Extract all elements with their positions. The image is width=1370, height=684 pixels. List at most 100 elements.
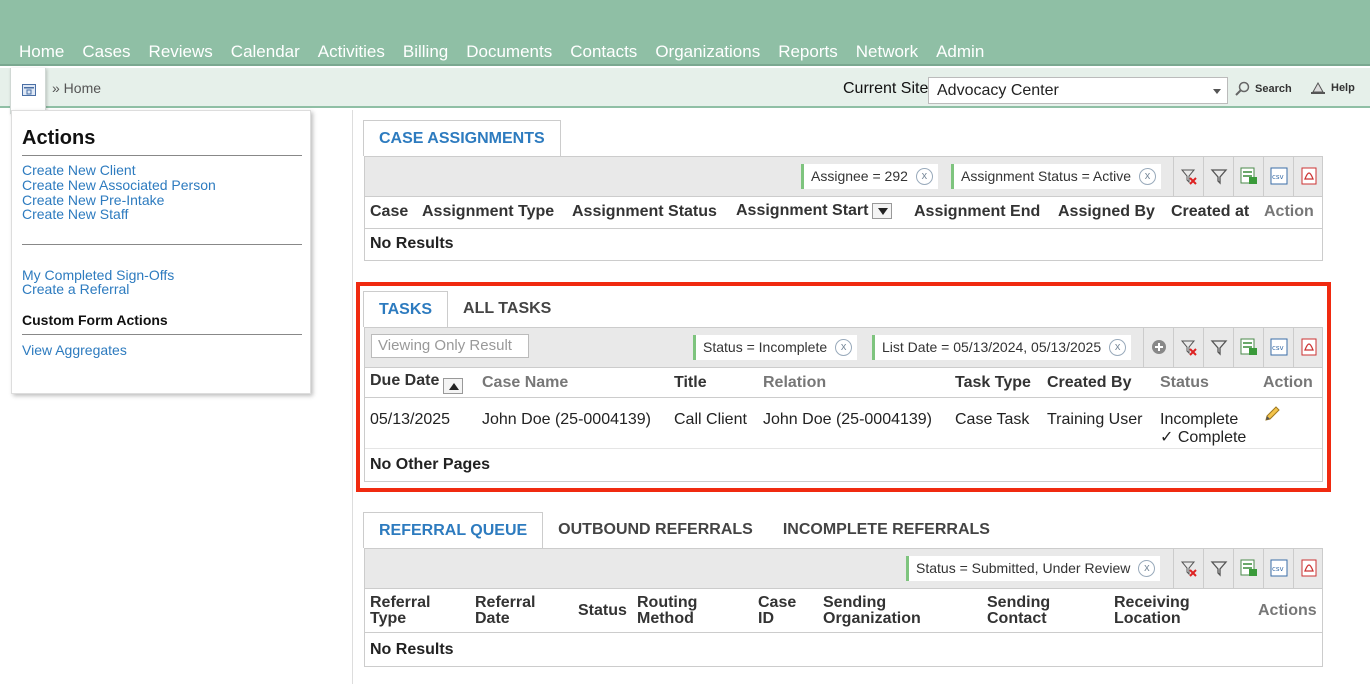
column-header[interactable]: Created By <box>1047 374 1131 392</box>
create-new-client-link[interactable]: Create New Client <box>22 163 136 178</box>
edit-pencil-icon[interactable] <box>1264 406 1280 422</box>
column-header-sorted[interactable]: Assignment Start <box>736 202 893 220</box>
filter-chip-label: Assignee = 292 <box>811 168 908 184</box>
tab-outbound-referrals[interactable]: OUTBOUND REFERRALS <box>543 512 768 548</box>
filter-button[interactable] <box>1203 157 1233 197</box>
clear-filter-icon <box>1180 561 1197 577</box>
tab-referral-queue[interactable]: REFERRAL QUEUE <box>363 512 544 548</box>
column-header[interactable]: Referral Type <box>370 595 430 627</box>
clear-filters-button[interactable] <box>1173 157 1203 197</box>
remove-filter-icon[interactable]: x <box>835 339 853 356</box>
sort-descending-icon[interactable] <box>872 202 893 219</box>
referral-queue-widget: Status = Submitted, Under Review x csv R… <box>364 548 1323 667</box>
nav-cases[interactable]: Cases <box>73 42 139 62</box>
column-header[interactable]: Sending Contact <box>987 595 1050 627</box>
export-excel-button[interactable] <box>1233 328 1263 368</box>
export-excel-button[interactable] <box>1233 549 1263 589</box>
add-button[interactable] <box>1143 328 1173 368</box>
filter-button[interactable] <box>1203 549 1233 589</box>
task-title-link[interactable]: Call Client <box>674 411 747 429</box>
tab-case-assignments[interactable]: CASE ASSIGNMENTS <box>363 120 561 156</box>
remove-filter-icon[interactable]: x <box>1139 168 1157 185</box>
nav-home[interactable]: Home <box>10 42 73 62</box>
nav-documents[interactable]: Documents <box>457 42 561 62</box>
column-header[interactable]: Sending Organization <box>823 595 921 627</box>
filter-icon <box>1210 169 1228 185</box>
filter-button[interactable] <box>1203 328 1233 368</box>
column-header[interactable]: Status <box>578 603 627 619</box>
export-pdf-button[interactable] <box>1293 157 1323 197</box>
search-icon <box>1235 81 1250 96</box>
column-header[interactable]: Assignment End <box>914 203 1040 221</box>
column-header[interactable]: Case <box>370 203 408 221</box>
case-name-link[interactable]: John Doe (25-0004139) <box>482 411 651 429</box>
sub-bar: » Home Current Site Advocacy Center Sear… <box>0 68 1370 114</box>
export-excel-button[interactable] <box>1233 157 1263 197</box>
remove-filter-icon[interactable]: x <box>1109 339 1127 356</box>
referral-header: Referral Type Referral Date Status Routing… <box>365 589 1322 633</box>
case-assignments-tabs: CASE ASSIGNMENTS <box>363 120 561 156</box>
clear-filters-button[interactable] <box>1173 549 1203 589</box>
column-header[interactable]: Case ID <box>758 595 796 627</box>
filter-chip-label: Assignment Status = Active <box>961 168 1132 184</box>
remove-filter-icon[interactable]: x <box>1138 560 1156 577</box>
svg-text:csv: csv <box>1272 565 1284 573</box>
export-csv-button[interactable]: csv <box>1263 549 1293 589</box>
tab-tasks[interactable]: TASKS <box>363 291 449 327</box>
current-site-label: Current Site <box>843 80 929 97</box>
clear-filters-button[interactable] <box>1173 328 1203 368</box>
nav-reviews[interactable]: Reviews <box>140 42 222 62</box>
nav-activities[interactable]: Activities <box>309 42 394 62</box>
create-new-staff-link[interactable]: Create New Staff <box>22 207 128 222</box>
column-header[interactable]: Referral Date <box>475 595 535 627</box>
create-referral-link[interactable]: Create a Referral <box>22 282 129 297</box>
export-pdf-button[interactable] <box>1293 328 1323 368</box>
column-header[interactable]: Assigned By <box>1058 203 1155 221</box>
column-header[interactable]: Case Name <box>482 374 568 392</box>
nav-admin[interactable]: Admin <box>927 42 993 62</box>
nav-organizations[interactable]: Organizations <box>646 42 769 62</box>
excel-icon <box>1240 167 1257 184</box>
nav-network[interactable]: Network <box>847 42 927 62</box>
column-header[interactable]: Title <box>674 374 707 392</box>
tasks-tabs: TASKS ALL TASKS <box>363 291 566 327</box>
column-header[interactable]: Receiving Location <box>1114 595 1190 627</box>
column-header-sorted[interactable]: Due Date <box>370 372 464 394</box>
search-link[interactable]: Search <box>1235 81 1292 96</box>
create-new-associated-person-link[interactable]: Create New Associated Person <box>22 178 216 193</box>
export-csv-button[interactable]: csv <box>1263 157 1293 197</box>
nav-calendar[interactable]: Calendar <box>222 42 309 62</box>
svg-text:csv: csv <box>1272 173 1284 181</box>
nav-contacts[interactable]: Contacts <box>561 42 646 62</box>
help-link[interactable]: Help <box>1310 81 1355 95</box>
tab-all-tasks[interactable]: ALL TASKS <box>448 291 566 327</box>
sidebar-toggle-button[interactable] <box>10 68 46 114</box>
column-header[interactable]: Status <box>1160 374 1209 392</box>
view-aggregates-link[interactable]: View Aggregates <box>22 343 127 358</box>
column-header[interactable]: Assignment Status <box>572 203 717 221</box>
column-header: Action <box>1263 374 1313 391</box>
column-header[interactable]: Assignment Type <box>422 203 554 221</box>
filter-chip-label: Status = Submitted, Under Review <box>916 560 1131 576</box>
column-header[interactable]: Routing Method <box>637 595 697 627</box>
export-pdf-button[interactable] <box>1293 549 1323 589</box>
viewing-only-result-input[interactable]: Viewing Only Result <box>371 334 529 358</box>
remove-filter-icon[interactable]: x <box>915 168 933 185</box>
csv-icon: csv <box>1270 559 1288 577</box>
nav-billing[interactable]: Billing <box>394 42 457 62</box>
sort-ascending-icon[interactable] <box>443 378 464 394</box>
filter-chip-assignment-status: Assignment Status = Active x <box>951 164 1162 189</box>
column-header[interactable]: Relation <box>763 374 826 392</box>
nav-reports[interactable]: Reports <box>769 42 847 62</box>
excel-icon <box>1240 338 1257 355</box>
complete-task-link[interactable]: ✓ Complete <box>1160 427 1246 447</box>
relation-link[interactable]: John Doe (25-0004139) <box>763 411 932 429</box>
column-header[interactable]: Created at <box>1171 203 1249 221</box>
export-csv-button[interactable]: csv <box>1263 328 1293 368</box>
current-site-select[interactable]: Advocacy Center <box>928 77 1228 104</box>
column-header[interactable]: Task Type <box>955 374 1031 392</box>
svg-text:csv: csv <box>1272 344 1284 352</box>
tab-incomplete-referrals[interactable]: INCOMPLETE REFERRALS <box>768 512 1005 548</box>
breadcrumb[interactable]: » Home <box>52 80 101 96</box>
help-bell-icon <box>1311 81 1325 94</box>
